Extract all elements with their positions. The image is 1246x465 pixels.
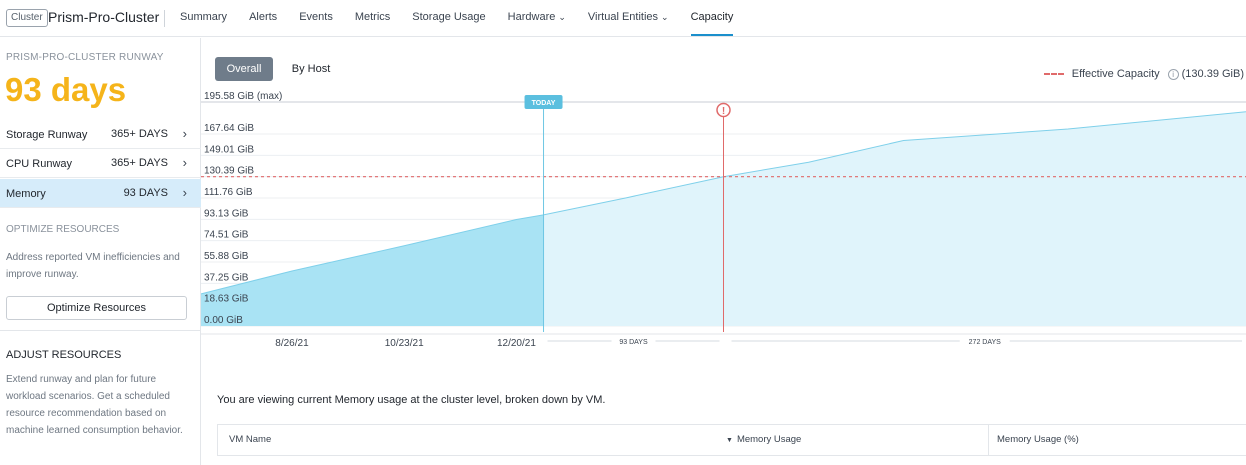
runway-row-cpu[interactable]: CPU Runway 365+ DAYS › <box>0 149 201 178</box>
memory-runway-chart: 0.00 GiB 18.63 GiB 37.25 GiB 55.88 GiB 74.51… <box>201 91 1246 349</box>
chevron-right-icon: › <box>182 126 187 141</box>
runway-caption: PRISM-PRO-CLUSTER RUNWAY <box>6 52 164 63</box>
tab-capacity[interactable]: Capacity <box>690 0 733 37</box>
adjust-heading: ADJUST RESOURCES <box>6 349 122 361</box>
chevron-right-icon: › <box>182 155 187 170</box>
y-tick-label: 149.01 GiB <box>204 144 254 155</box>
legend-dash-swatch <box>1043 73 1064 75</box>
y-tick-label: 93.13 GiB <box>204 208 249 219</box>
tab-alerts[interactable]: Alerts <box>249 0 277 37</box>
y-tick-label: 111.76 GiB <box>204 187 253 198</box>
x-tick-label: 8/26/21 <box>275 338 309 349</box>
x-tick-label: 10/23/21 <box>385 338 424 349</box>
runway-sidebar: PRISM-PRO-CLUSTER RUNWAY 93 days Storage… <box>0 38 201 465</box>
runway-row-memory[interactable]: Memory 93 DAYS › <box>0 179 201 208</box>
optimize-resources-button[interactable]: Optimize Resources <box>6 296 187 320</box>
runway-row-label: CPU Runway <box>6 158 73 170</box>
runway-row-value: 365+ DAYS <box>111 128 168 140</box>
y-tick-label: 130.39 GiB <box>204 166 254 177</box>
runway-range-label: 93 DAYS <box>619 339 648 346</box>
historical-area <box>201 214 544 326</box>
runway-row-value: 93 DAYS <box>123 187 168 199</box>
alert-icon-glyph: ! <box>722 106 725 117</box>
cluster-name: Prism-Pro-Cluster <box>48 9 160 25</box>
divider <box>0 330 201 331</box>
info-text: You are viewing current Memory usage at … <box>217 394 606 406</box>
legend-label: Effective Capacity <box>1071 68 1160 80</box>
runway-row-label: Memory <box>6 188 46 200</box>
chevron-down-icon: ⌄ <box>661 12 669 22</box>
tab-metrics[interactable]: Metrics <box>355 0 390 37</box>
legend-value: (130.39 GiB) <box>1181 68 1244 80</box>
tab-virtual-entities[interactable]: Virtual Entities ⌄ <box>588 0 669 37</box>
runway-row-value: 365+ DAYS <box>111 157 168 169</box>
top-navigation: Cluster Prism-Pro-Cluster Summary Alerts… <box>0 0 1246 37</box>
chevron-down-icon: ⌄ <box>558 12 566 22</box>
info-icon[interactable]: i <box>1167 68 1179 80</box>
tab-events[interactable]: Events <box>299 0 333 37</box>
column-vm-name[interactable]: VM Name <box>229 425 271 455</box>
optimize-description: Address reported VM inefficiencies and i… <box>6 252 180 280</box>
chart-legend: Effective Capacity i (130.39 GiB) <box>1043 68 1244 80</box>
optimize-heading: OPTIMIZE RESOURCES <box>6 224 120 235</box>
column-memory-usage[interactable]: ▼ Memory Usage <box>726 425 801 455</box>
column-memory-usage-pct[interactable]: Memory Usage (%) <box>988 425 1079 455</box>
adjust-description: Extend runway and plan for future worklo… <box>6 374 183 436</box>
runway-row-storage[interactable]: Storage Runway 365+ DAYS › <box>0 120 201 149</box>
nav-separator <box>164 10 165 27</box>
y-tick-label: 167.64 GiB <box>204 123 254 134</box>
sort-desc-icon: ▼ <box>726 437 733 444</box>
runway-range-label: 272 DAYS <box>969 339 1001 346</box>
y-tick-label: 74.51 GiB <box>204 230 249 241</box>
tab-hardware[interactable]: Hardware ⌄ <box>508 0 566 37</box>
runway-days: 93 days <box>5 71 127 108</box>
y-tick-label: 195.58 GiB (max) <box>204 91 282 102</box>
y-tick-label: 18.63 GiB <box>204 294 249 305</box>
y-tick-label: 37.25 GiB <box>204 272 249 283</box>
vm-table-header: VM Name ▼ Memory Usage Memory Usage (%) <box>217 424 1246 456</box>
today-label: TODAY <box>532 100 556 107</box>
chevron-right-icon: › <box>182 185 187 200</box>
cluster-badge: Cluster <box>6 9 48 27</box>
tab-summary[interactable]: Summary <box>180 0 227 37</box>
y-tick-label: 55.88 GiB <box>204 251 249 262</box>
tab-storage-usage[interactable]: Storage Usage <box>412 0 485 37</box>
runway-row-label: Storage Runway <box>6 129 88 141</box>
y-tick-label: 0.00 GiB <box>204 315 243 326</box>
toggle-overall[interactable]: Overall <box>215 57 273 81</box>
x-tick-label: 12/20/21 <box>497 338 536 349</box>
nav-tabs: Summary Alerts Events Metrics Storage Us… <box>180 0 755 37</box>
forecast-area <box>543 111 1246 326</box>
toggle-by-host[interactable]: By Host <box>282 57 340 81</box>
